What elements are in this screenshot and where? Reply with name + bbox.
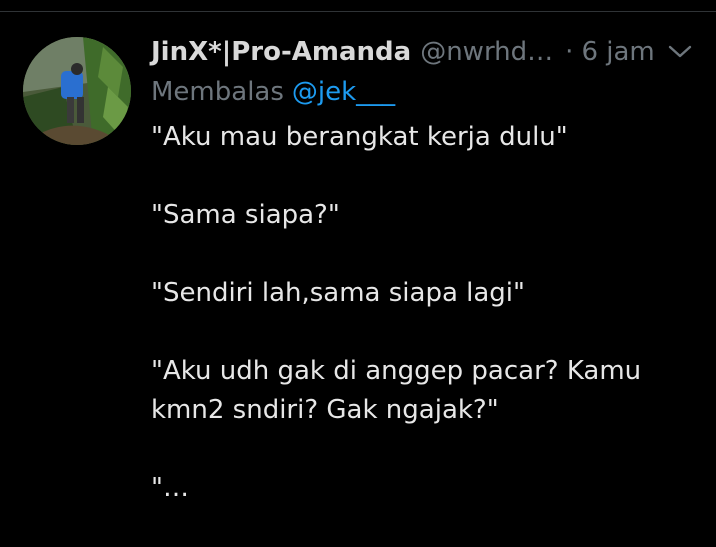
reply-context: Membalas @jek___ [151,72,395,112]
tweet-paragraph: "… [151,473,189,503]
avatar-photo [23,37,131,145]
display-name[interactable]: JinX*|Pro-Amanda [151,32,411,72]
tweet-header: JinX*|Pro-Amanda @nwrhd… · 6 jam [151,32,711,72]
reply-mention-link[interactable]: @jek___ [292,77,395,107]
avatar[interactable] [23,37,131,145]
tweet-text: "Aku mau berangkat kerja dulu" "Sama sia… [151,118,691,547]
separator-dot: · [565,37,574,67]
timestamp[interactable]: 6 jam [581,32,654,72]
tweet-paragraph: "Aku udh gak di anggep pacar? Kamu kmn2 … [151,356,642,425]
chevron-down-icon[interactable] [665,37,695,67]
reply-prefix: Membalas [151,77,284,107]
tweet-paragraph: "Sendiri lah,sama siapa lagi" [151,278,525,308]
tweet-paragraph: "Sama siapa?" [151,200,340,230]
tweet-paragraph: "Aku mau berangkat kerja dulu" [151,122,568,152]
user-handle[interactable]: @nwrhd… [420,32,553,72]
top-divider [0,11,716,12]
